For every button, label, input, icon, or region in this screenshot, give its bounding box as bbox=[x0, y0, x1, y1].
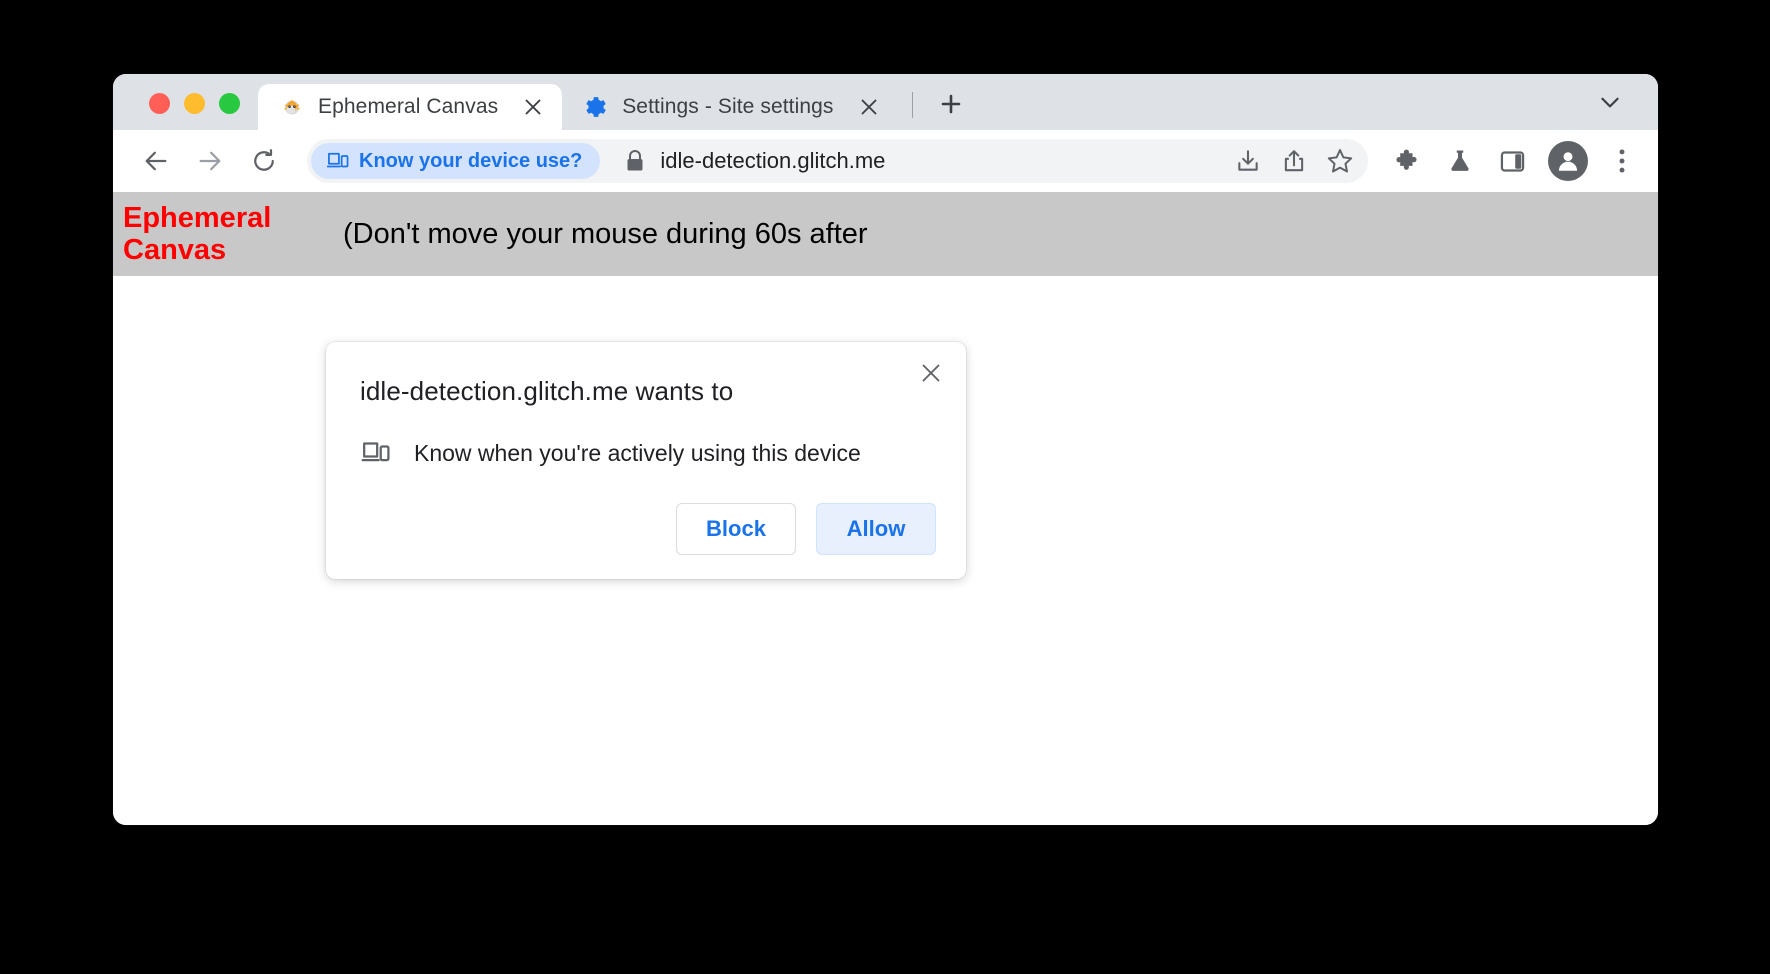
tab-title: Ephemeral Canvas bbox=[318, 95, 499, 118]
window-close-button[interactable] bbox=[149, 93, 170, 114]
close-icon[interactable] bbox=[914, 356, 948, 390]
experiments-flask-icon[interactable] bbox=[1438, 139, 1482, 183]
blowfish-icon bbox=[280, 95, 304, 119]
permission-item: Know when you're actively using this dev… bbox=[360, 437, 936, 469]
share-icon[interactable] bbox=[1274, 141, 1314, 181]
block-button[interactable]: Block bbox=[676, 503, 796, 555]
tab-divider bbox=[911, 92, 913, 118]
reload-icon[interactable] bbox=[241, 138, 287, 184]
device-use-chip-label: Know your device use? bbox=[359, 149, 583, 172]
url-text: idle-detection.glitch.me bbox=[660, 148, 886, 173]
page-banner: Ephemeral Canvas (Don't move your mouse … bbox=[113, 192, 1658, 276]
traffic-lights bbox=[113, 93, 258, 130]
chevron-down-icon[interactable] bbox=[1590, 82, 1630, 122]
arrow-right-icon[interactable] bbox=[187, 138, 233, 184]
gear-icon bbox=[584, 95, 608, 119]
device-idle-icon bbox=[360, 437, 392, 469]
close-icon[interactable] bbox=[856, 94, 882, 120]
download-icon[interactable] bbox=[1228, 141, 1268, 181]
close-icon[interactable] bbox=[520, 94, 546, 120]
plus-icon[interactable] bbox=[931, 84, 971, 124]
window-zoom-button[interactable] bbox=[219, 93, 240, 114]
extensions-puzzle-icon[interactable] bbox=[1386, 139, 1430, 183]
three-dot-menu-icon[interactable] bbox=[1602, 139, 1642, 183]
tab-title: Settings - Site settings bbox=[622, 95, 834, 118]
allow-button[interactable]: Allow bbox=[816, 503, 936, 555]
tab-strip: Ephemeral Canvas Settings - Site setting… bbox=[113, 74, 1658, 130]
omnibox[interactable]: Know your device use? idle-detection.gli… bbox=[307, 139, 1368, 183]
profile-avatar-icon[interactable] bbox=[1548, 141, 1588, 181]
arrow-left-icon[interactable] bbox=[133, 138, 179, 184]
permission-prompt-dialog: idle-detection.glitch.me wants to Know w… bbox=[326, 342, 966, 579]
bookmark-star-icon[interactable] bbox=[1320, 141, 1360, 181]
device-idle-icon bbox=[327, 151, 349, 171]
lock-icon[interactable] bbox=[618, 144, 652, 178]
page-content: Ephemeral Canvas (Don't move your mouse … bbox=[113, 192, 1658, 825]
browser-window: Ephemeral Canvas Settings - Site setting… bbox=[113, 74, 1658, 825]
device-use-chip[interactable]: Know your device use? bbox=[311, 143, 601, 179]
permission-dialog-actions: Block Allow bbox=[360, 503, 936, 555]
page-instruction-text: (Don't move your mouse during 60s after bbox=[343, 217, 868, 250]
permission-dialog-title: idle-detection.glitch.me wants to bbox=[360, 376, 734, 406]
side-panel-icon[interactable] bbox=[1490, 139, 1534, 183]
window-minimize-button[interactable] bbox=[184, 93, 205, 114]
tab-ephemeral-canvas[interactable]: Ephemeral Canvas bbox=[258, 84, 563, 130]
page-title: Ephemeral Canvas bbox=[123, 201, 272, 266]
permission-item-label: Know when you're actively using this dev… bbox=[414, 439, 861, 466]
tab-settings-site-settings[interactable]: Settings - Site settings bbox=[562, 84, 897, 130]
browser-toolbar: Know your device use? idle-detection.gli… bbox=[113, 130, 1658, 192]
